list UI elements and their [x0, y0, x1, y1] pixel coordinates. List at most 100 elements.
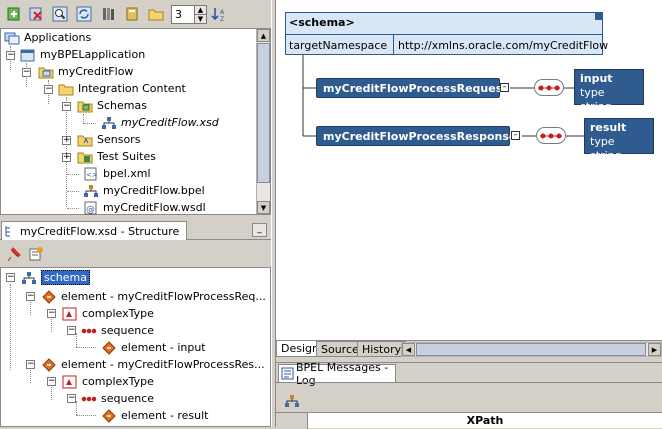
collapse-toggle[interactable]: − [44, 85, 53, 94]
request-element-node[interactable]: myCreditFlowProcessRequest [316, 78, 508, 98]
spinner-up-button[interactable]: ▲ [194, 6, 206, 14]
input-element-type: type string [580, 86, 612, 113]
h-scroll-thumb[interactable] [416, 343, 646, 356]
nav-item-mycreditflow[interactable]: myCreditFlow [38, 63, 133, 80]
find-icon[interactable] [50, 4, 70, 24]
collapse-toggle[interactable]: − [22, 68, 31, 77]
collapse-toggle[interactable]: − [47, 377, 56, 386]
collapse-toggle[interactable]: − [47, 309, 56, 318]
wsdl-file-icon: @ [83, 201, 99, 215]
svg-text:A: A [220, 9, 225, 16]
log-icon [281, 367, 294, 380]
structure-icon [4, 224, 18, 238]
result-element-type: type string [590, 135, 622, 162]
nav-item-mycreditflow-xsd[interactable]: myCreditFlow.xsd [101, 114, 219, 131]
collapse-toggle[interactable]: − [62, 102, 71, 111]
collapse-toggle[interactable]: − [67, 394, 76, 403]
pin-icon[interactable] [4, 244, 24, 264]
collapse-toggle[interactable]: − [26, 292, 35, 301]
result-element-name: result [590, 121, 627, 134]
nav-item-schemas[interactable]: Schemas [77, 97, 147, 114]
collapse-toggle[interactable]: − [26, 360, 35, 369]
library-icon[interactable] [98, 4, 118, 24]
tab-source-label: Source [321, 342, 359, 356]
structure-item-request-element[interactable]: element - myCreditFlowProcessReq... [41, 288, 266, 305]
book-icon[interactable] [122, 4, 142, 24]
nav-item-mybpelapplication[interactable]: myBPELapplication [20, 46, 145, 63]
application-icon [20, 48, 36, 62]
response-element-node[interactable]: myCreditFlowProcessResponse [316, 126, 516, 146]
structure-item-label: element - input [121, 341, 206, 354]
structure-title: myCreditFlow.xsd - Structure [20, 224, 180, 238]
scroll-down-button[interactable]: ▼ [257, 201, 270, 214]
svg-text:<>: <> [86, 171, 98, 179]
xpath-column-header[interactable]: XPath [308, 414, 662, 427]
structure-item-result-element[interactable]: element - result [101, 407, 208, 424]
log-table-header: XPath [276, 412, 662, 429]
structure-toolbar [0, 240, 271, 267]
nav-item-bpel-xml[interactable]: <> bpel.xml [83, 165, 151, 182]
tab-history[interactable]: History [357, 341, 407, 357]
request-collapse-button[interactable]: - [500, 83, 509, 92]
delete-icon[interactable] [26, 4, 46, 24]
collapse-toggle[interactable]: − [6, 51, 15, 60]
scroll-up-button[interactable]: ▲ [257, 29, 270, 42]
nav-item-label: Schemas [97, 99, 147, 112]
input-element-node[interactable]: input type string [574, 69, 644, 113]
schema-icon [21, 271, 37, 285]
nav-item-label: myCreditFlow.xsd [121, 116, 219, 129]
structure-item-sequence[interactable]: sequence [81, 390, 154, 407]
structure-item-label: sequence [101, 324, 155, 337]
nav-item-label: myBPELapplication [40, 48, 146, 61]
structure-item-schema[interactable]: schema [21, 269, 90, 286]
response-sequence-node[interactable] [536, 127, 566, 144]
collapse-toggle[interactable]: − [67, 326, 76, 335]
applications-icon [4, 31, 20, 45]
structure-item-complextype[interactable]: complexType [62, 305, 154, 322]
structure-tab[interactable]: myCreditFlow.xsd - Structure [1, 221, 187, 240]
collapse-toggle[interactable]: − [6, 273, 15, 282]
nav-item-mycreditflow-bpel[interactable]: myCreditFlow.bpel [83, 182, 205, 199]
structure-item-sequence[interactable]: sequence [81, 322, 154, 339]
result-element-node[interactable]: result type string [584, 118, 654, 162]
project-icon [38, 65, 54, 79]
structure-item-response-element[interactable]: element - myCreditFlowProcessRes... [41, 356, 265, 373]
level-spinner[interactable]: 3 ▲ ▼ [171, 5, 207, 24]
spinner-down-button[interactable]: ▼ [194, 14, 206, 23]
properties-icon[interactable] [26, 244, 46, 264]
input-element-name: input [580, 72, 613, 85]
response-collapse-button[interactable]: - [511, 131, 520, 140]
nav-item-label: myCreditFlow [58, 65, 134, 78]
bpel-structure-icon[interactable] [282, 391, 302, 411]
scroll-right-button[interactable]: ▶ [648, 343, 661, 356]
nav-item-label: myCreditFlow.bpel [103, 184, 205, 197]
horizontal-scrollbar[interactable]: ◀ ▶ [401, 342, 662, 357]
test-suites-folder-icon [77, 150, 93, 164]
diagram-connectors [302, 55, 584, 137]
minimize-button[interactable]: _ [252, 223, 267, 237]
expand-toggle[interactable]: + [62, 136, 71, 145]
log-tab[interactable]: BPEL Messages - Log [278, 361, 396, 387]
nav-item-test-suites[interactable]: Test Suites [77, 148, 156, 165]
sequence-icon [81, 324, 97, 338]
nav-item-label: Integration Content [78, 82, 186, 95]
new-icon[interactable] [4, 4, 24, 24]
sort-icon[interactable]: AZ [209, 4, 229, 24]
nav-item-label: Applications [24, 31, 92, 44]
scroll-left-button[interactable]: ◀ [402, 343, 415, 356]
nav-item-sensors[interactable]: Sensors [77, 131, 140, 148]
folder-icon[interactable] [146, 4, 166, 24]
log-panel: BPEL Messages - Log XPath [276, 361, 662, 429]
nav-item-applications[interactable]: Applications [4, 29, 91, 46]
sensors-folder-icon [77, 133, 93, 147]
navigator-scrollbar[interactable]: ▲ ▼ [256, 29, 270, 214]
request-sequence-node[interactable] [534, 79, 564, 96]
nav-item-mycreditflow-wsdl[interactable]: @ myCreditFlow.wsdl [83, 199, 206, 216]
scroll-thumb[interactable] [257, 43, 270, 183]
structure-item-input-element[interactable]: element - input [101, 339, 206, 356]
response-element-label: myCreditFlowProcessResponse [323, 129, 517, 143]
expand-toggle[interactable]: + [62, 153, 71, 162]
refresh-icon[interactable] [74, 4, 94, 24]
nav-item-integration-content[interactable]: Integration Content [58, 80, 186, 97]
structure-item-complextype[interactable]: complexType [62, 373, 154, 390]
